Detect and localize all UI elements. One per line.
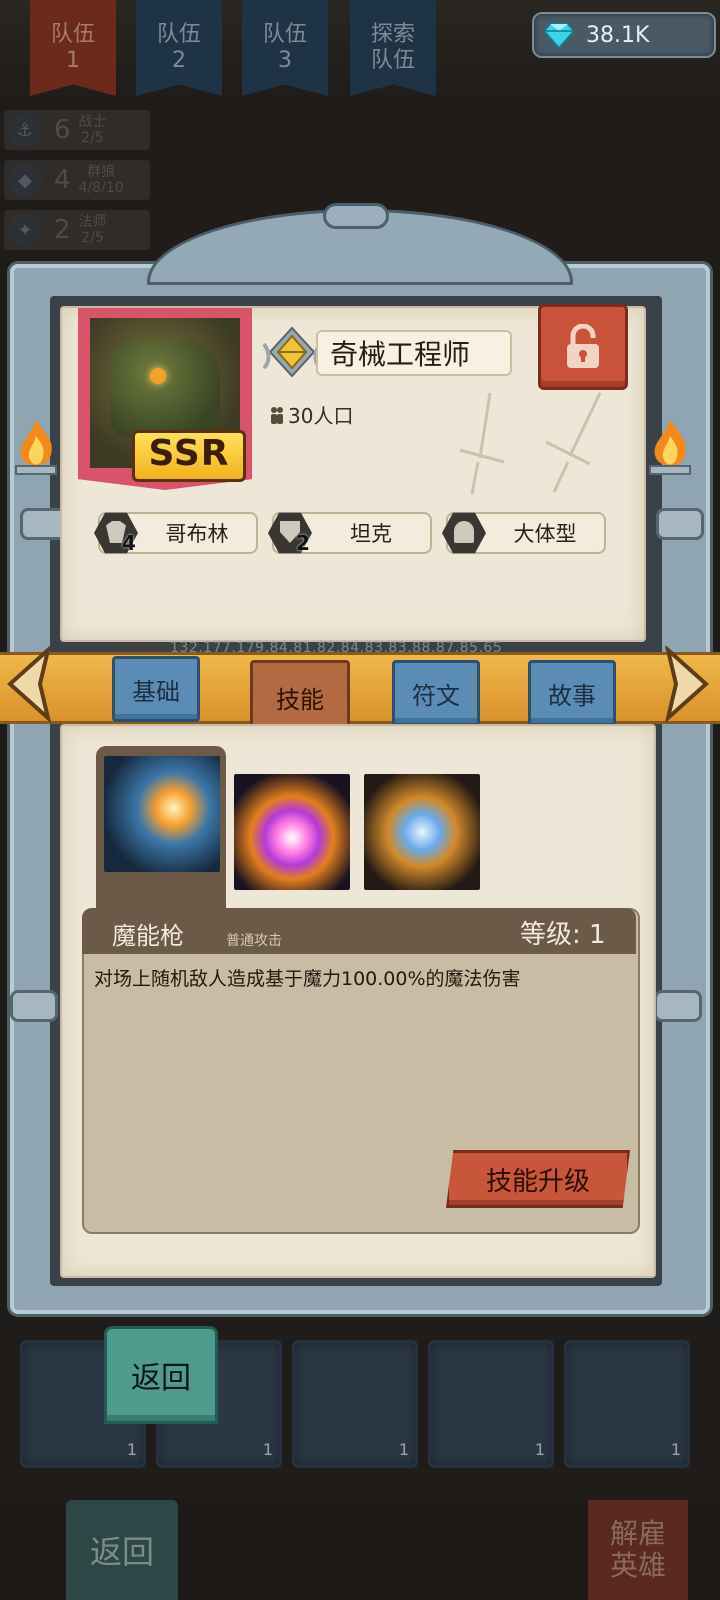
tab-runes[interactable]: 符文 [392, 660, 480, 726]
hero-card[interactable]: 1 [428, 1340, 554, 1468]
gem-counter[interactable]: 38.1K [532, 12, 716, 58]
dismiss-line1: 解雇 [609, 1517, 666, 1550]
team-tab-2-line1: 队伍 [156, 22, 201, 47]
population-value: 30人口 [288, 404, 354, 428]
chain-link [654, 990, 702, 1022]
back-button[interactable]: 返回 [104, 1326, 218, 1424]
trait-count: 2 [296, 531, 310, 555]
class-ratio: 2/5 [81, 130, 104, 146]
trait-count: 4 [122, 531, 136, 555]
dismiss-hero-button[interactable]: 解雇 英雄 [588, 1500, 688, 1600]
crossed-swords-decor-icon [459, 392, 602, 495]
arrow-left-icon[interactable] [4, 646, 52, 722]
skill-upgrade-button[interactable]: 技能升级 [446, 1150, 630, 1208]
trait-tank[interactable]: 2 坦克 [268, 512, 432, 555]
hero-name-plate: 奇械工程师 [316, 330, 512, 376]
class-name: 战士 [78, 114, 107, 130]
class-row-wolves: ◆ 4 群狼 4/8/10 [4, 160, 150, 200]
arrow-right-icon[interactable] [664, 646, 712, 722]
class-count: 2 [54, 215, 71, 245]
trait-large-body[interactable]: 大体型 [442, 512, 606, 554]
skill-name: 魔能枪 [112, 922, 184, 950]
chain-link [10, 990, 58, 1022]
tab-basic[interactable]: 基础 [112, 656, 200, 722]
tab-story[interactable]: 故事 [528, 660, 616, 726]
team-tab-2[interactable]: 队伍 2 [136, 0, 222, 96]
team-tab-1-line1: 队伍 [50, 22, 95, 47]
hero-portrait-figure [110, 338, 220, 438]
team-tab-explore-line1: 探索 [370, 22, 415, 47]
hero-card[interactable]: 1 [564, 1340, 690, 1468]
rank-emblem-icon [262, 326, 322, 378]
shield-trait-icon: 2 [268, 511, 312, 555]
class-count: 6 [54, 115, 71, 145]
hero-card[interactable]: 1 [292, 1340, 418, 1468]
hero-portrait-eye [150, 368, 166, 384]
goblin-trait-icon: 4 [94, 511, 138, 555]
team-tab-3-line2: 3 [278, 48, 292, 73]
tab-skills[interactable]: 技能 [250, 660, 350, 734]
skill-description: 对场上随机敌人造成基于魔力100.00%的魔法伤害 [94, 968, 521, 990]
torch-icon [15, 420, 57, 475]
team-tab-1-line2: 1 [66, 48, 80, 73]
class-ratio: 4/8/10 [78, 180, 124, 196]
wolf-icon: ◆ [8, 163, 42, 197]
lock-button[interactable] [538, 304, 628, 390]
trait-label: 哥布林 [165, 522, 229, 546]
frame-knob [326, 206, 386, 226]
team-tab-3-line1: 队伍 [262, 22, 307, 47]
skill-slot-3[interactable] [364, 774, 480, 890]
team-tab-3[interactable]: 队伍 3 [242, 0, 328, 96]
trait-label: 大体型 [513, 522, 577, 546]
skill-slot-2[interactable] [234, 774, 350, 890]
skill-slot-1[interactable] [104, 756, 220, 872]
hero-card-level: 1 [398, 1440, 409, 1459]
large-body-trait-icon [442, 511, 486, 555]
hero-card-level: 1 [670, 1440, 681, 1459]
rarity-badge: SSR [132, 430, 246, 482]
gem-amount: 38.1K [586, 22, 650, 48]
population: 30人口 [268, 400, 353, 429]
team-tab-explore[interactable]: 探索 队伍 [350, 0, 436, 96]
hero-card-level: 1 [262, 1440, 273, 1459]
class-row-warrior: ⚓ 6 战士 2/5 [4, 110, 150, 150]
unlock-icon [567, 324, 599, 368]
team-tab-2-line2: 2 [172, 48, 186, 73]
population-icon [271, 406, 283, 424]
anchor-icon: ⚓ [8, 113, 42, 147]
trait-goblin[interactable]: 4 哥布林 [94, 512, 258, 555]
hero-card-level: 1 [534, 1440, 545, 1459]
chain-link [656, 508, 704, 540]
class-ratio: 2/5 [81, 230, 104, 246]
class-name: 群狼 [87, 164, 116, 180]
class-row-mage: ✦ 2 法师 2/5 [4, 210, 150, 250]
skill-level: 等级: 1 [520, 920, 606, 950]
trait-label: 坦克 [350, 522, 392, 546]
bottom-back-button[interactable]: 返回 [66, 1500, 178, 1600]
skill-type: 普通攻击 [226, 933, 282, 949]
team-tab-explore-line2: 队伍 [370, 48, 415, 73]
class-name: 法师 [78, 214, 107, 230]
mage-icon: ✦ [8, 213, 42, 247]
team-tab-1[interactable]: 队伍 1 [30, 0, 116, 96]
hero-name: 奇械工程师 [330, 338, 471, 371]
class-count: 4 [54, 165, 71, 195]
dismiss-line2: 英雄 [609, 1549, 666, 1582]
diamond-icon [544, 23, 574, 48]
hero-card-level: 1 [126, 1440, 137, 1459]
